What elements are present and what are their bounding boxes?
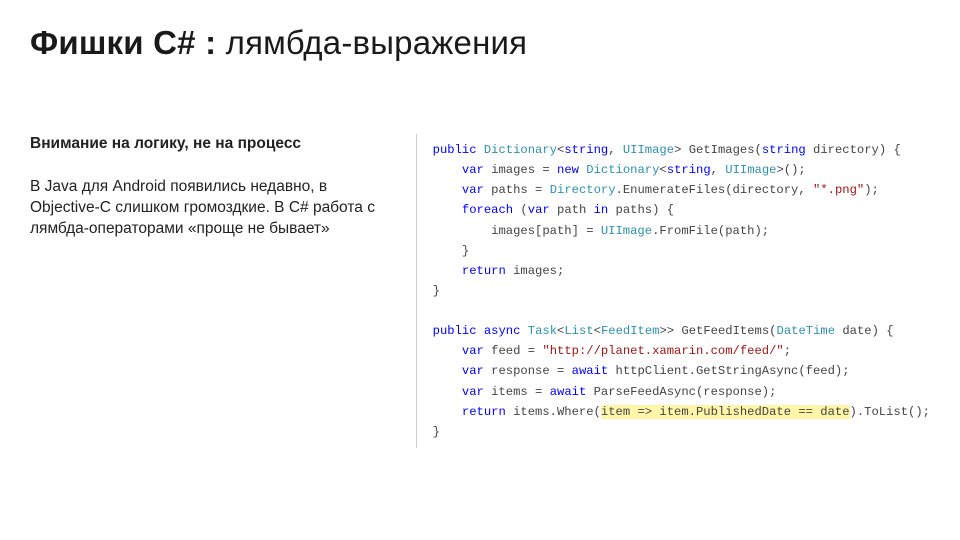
kw-var2: var	[462, 183, 484, 197]
kw-return1: return	[462, 264, 506, 278]
kw-return2: return	[462, 405, 506, 419]
type-list: List	[564, 324, 593, 338]
kw-var5: var	[462, 364, 484, 378]
kw-string2: string	[762, 143, 806, 157]
kw-in: in	[594, 203, 609, 217]
type-directory: Directory	[550, 183, 616, 197]
lambda-highlight: item => item.PublishedDate == date	[601, 405, 850, 419]
kw-var1: var	[462, 163, 484, 177]
kw-var4: var	[462, 344, 484, 358]
subtitle: Внимание на логику, не на процесс	[30, 134, 392, 155]
type-task: Task	[528, 324, 557, 338]
code-block: public Dictionary<string, UIImage> GetIm…	[416, 134, 930, 448]
kw-foreach: foreach	[462, 203, 513, 217]
type-uiimage3: UIImage	[601, 224, 652, 238]
content-columns: Внимание на логику, не на процесс В Java…	[30, 134, 930, 448]
type-uiimage: UIImage	[623, 143, 674, 157]
kw-async: async	[484, 324, 521, 338]
kw-await1: await	[572, 364, 609, 378]
kw-var3: var	[528, 203, 550, 217]
kw-public2: public	[433, 324, 477, 338]
kw-public: public	[433, 143, 477, 157]
type-datetime: DateTime	[777, 324, 836, 338]
sig-after: > GetImages(	[674, 143, 762, 157]
title-bold: Фишки C# :	[30, 24, 216, 61]
slide-title: Фишки C# : лямбда-выражения	[30, 24, 930, 62]
str-feed: "http://planet.xamarin.com/feed/"	[542, 344, 783, 358]
type-uiimage2: UIImage	[725, 163, 776, 177]
kw-await2: await	[550, 385, 587, 399]
left-column: Внимание на логику, не на процесс В Java…	[30, 134, 416, 448]
kw-string: string	[564, 143, 608, 157]
str-png: "*.png"	[813, 183, 864, 197]
kw-new: new	[557, 163, 579, 177]
title-light: лямбда-выражения	[216, 24, 527, 61]
body-text: В Java для Android появились недавно, в …	[30, 177, 392, 240]
type-dict2: Dictionary	[586, 163, 659, 177]
kw-string3: string	[667, 163, 711, 177]
kw-var6: var	[462, 385, 484, 399]
type-feeditem: FeedItem	[601, 324, 660, 338]
sig-param: directory) {	[806, 143, 901, 157]
type-dictionary: Dictionary	[484, 143, 557, 157]
